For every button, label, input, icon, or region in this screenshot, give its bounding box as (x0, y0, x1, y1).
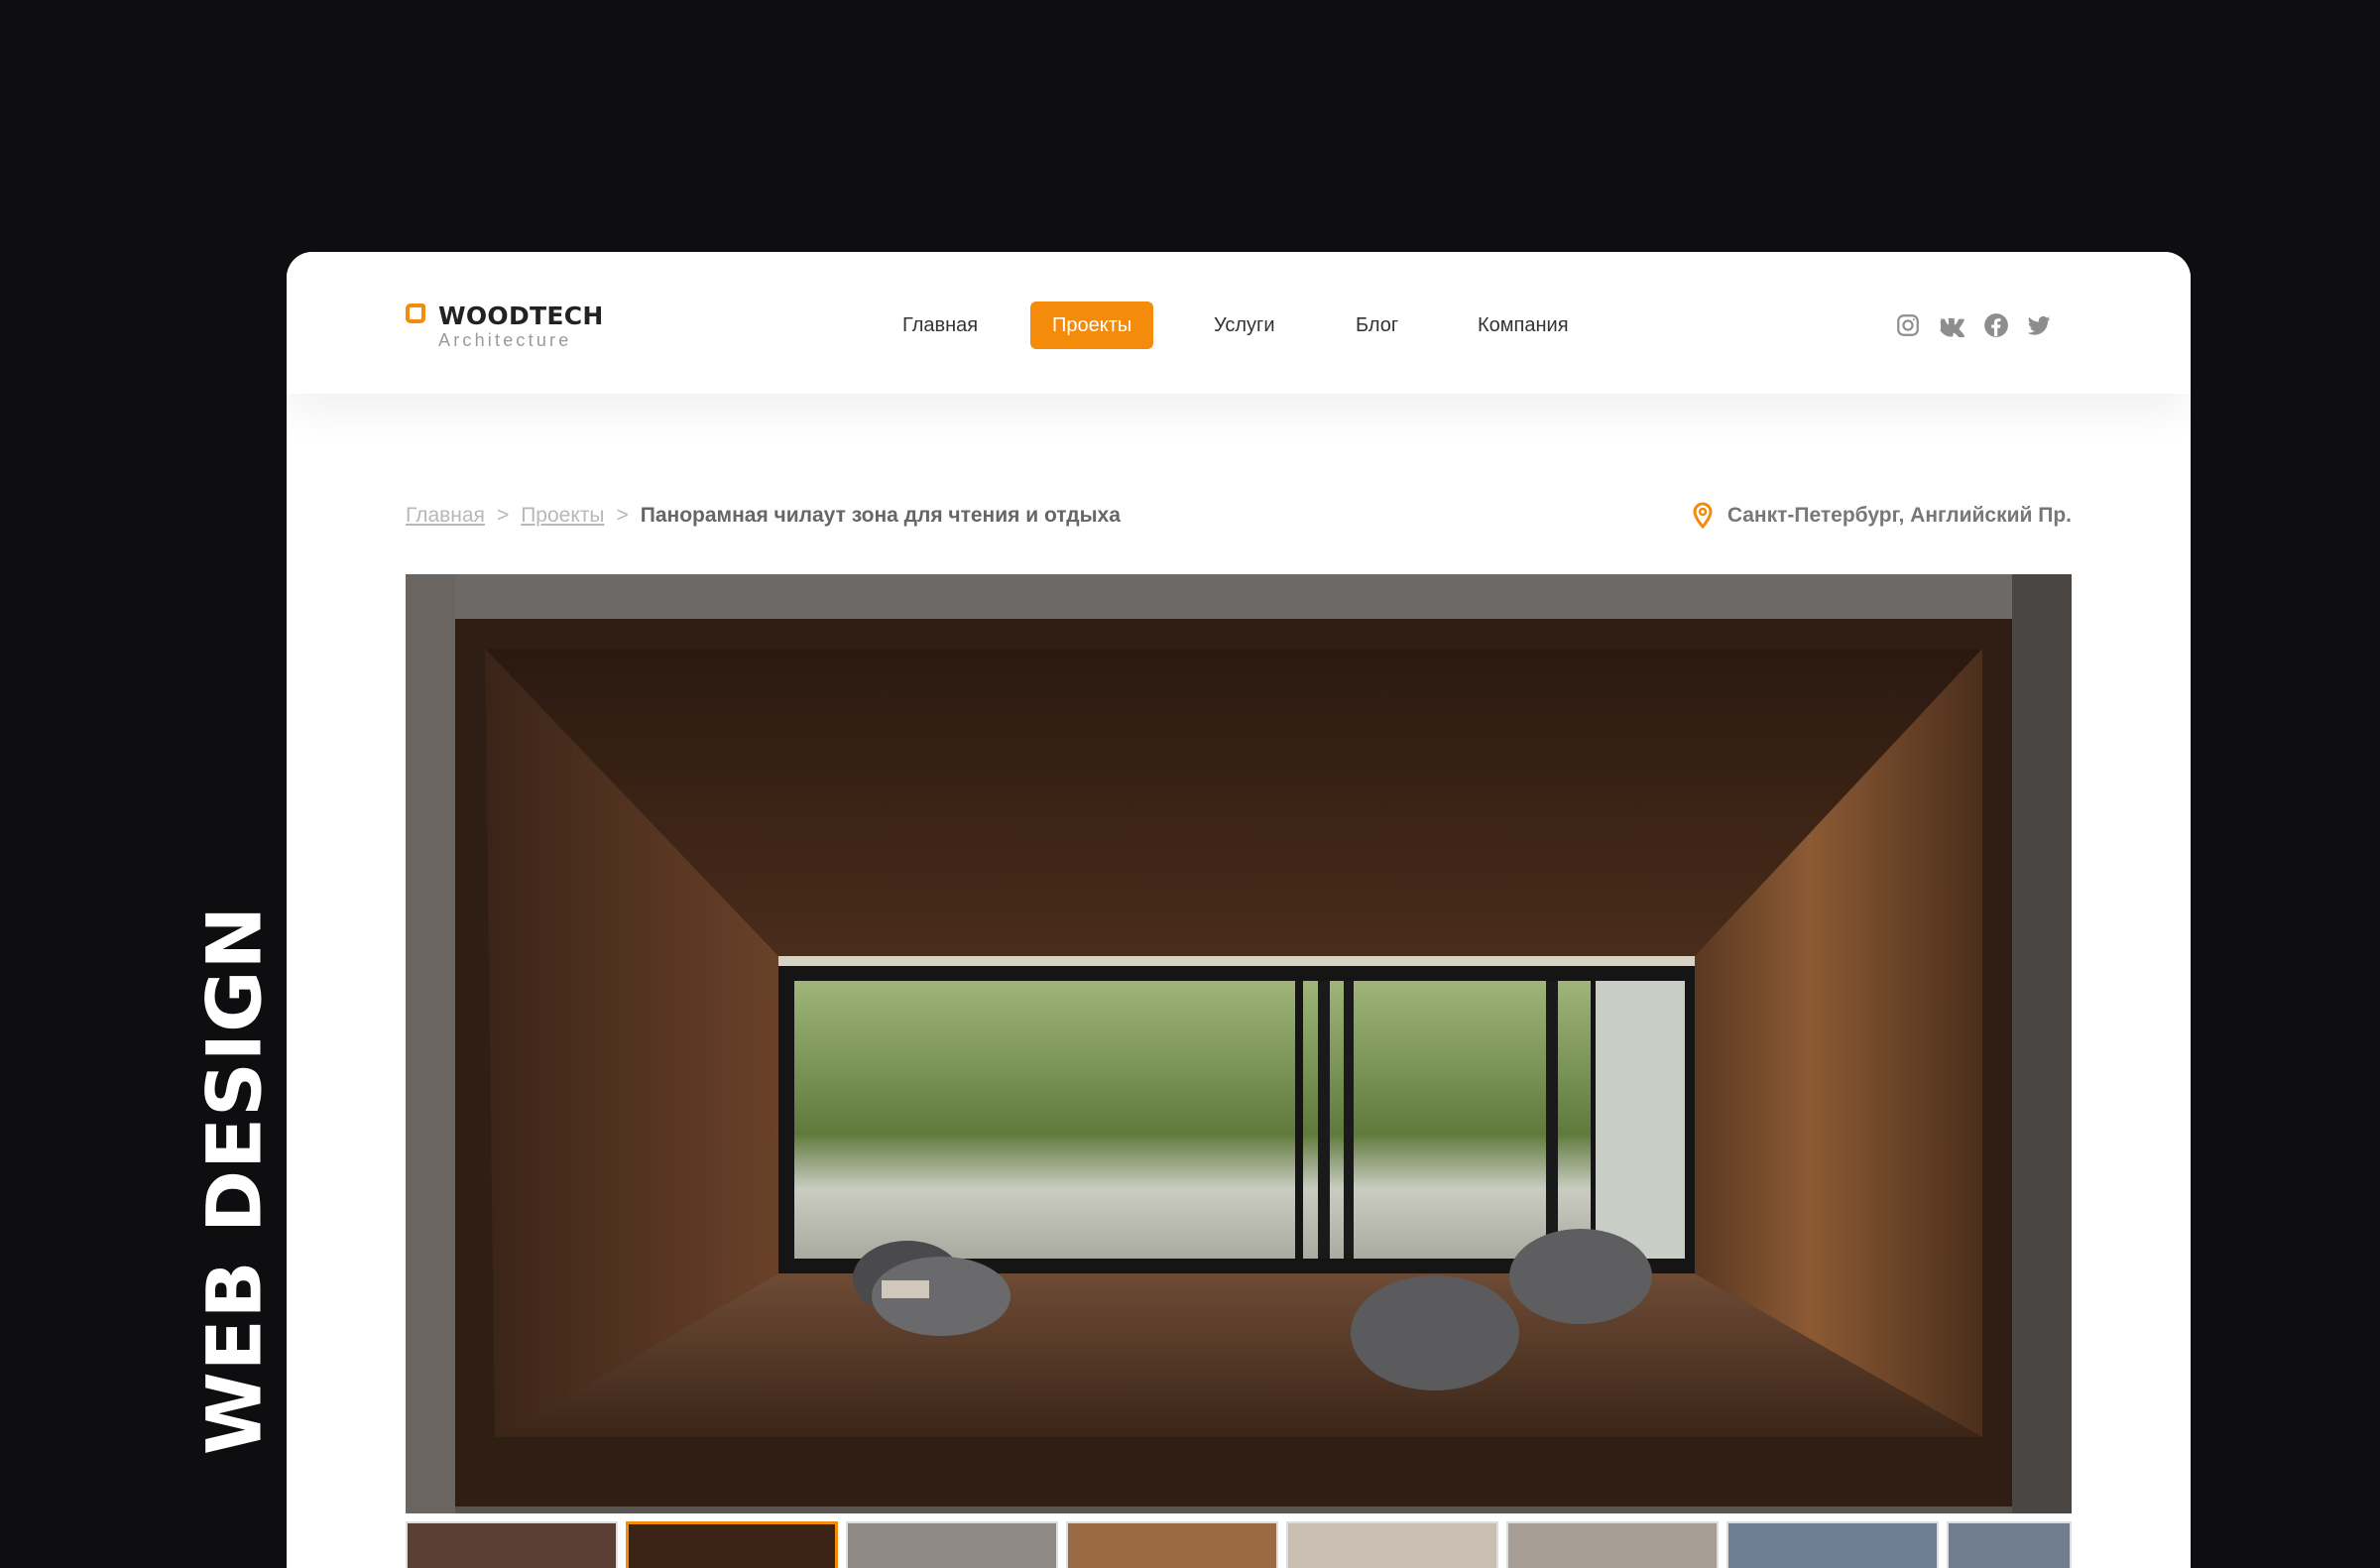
project-location: Санкт-Петербург, Английский Пр. (1692, 502, 2072, 532)
side-label-web-design: WEB DESIGN (189, 905, 279, 1456)
location-text: Санкт-Петербург, Английский Пр. (1726, 504, 2072, 527)
gallery-thumbnail[interactable] (406, 1521, 618, 1568)
breadcrumb-projects-link[interactable]: Проекты (521, 504, 604, 528)
breadcrumb: Главная > Проекты > Панорамная чилаут зона д… (406, 504, 1121, 534)
gallery-thumbnail[interactable] (1947, 1521, 2072, 1568)
nav-item-projects[interactable]: Проекты (1030, 302, 1154, 349)
nav-item-services[interactable]: Услуги (1214, 302, 1275, 349)
gallery-thumbnail[interactable] (1506, 1521, 1719, 1568)
gallery-thumbnail-active[interactable] (626, 1521, 838, 1568)
breadcrumb-current: Панорамная чилаут зона для чтения и отды… (640, 504, 1121, 528)
project-hero-image[interactable] (406, 574, 2072, 1513)
gallery-thumbnail[interactable] (1286, 1521, 1498, 1568)
instagram-icon[interactable] (1893, 310, 1923, 340)
nav-item-blog[interactable]: Блог (1356, 302, 1398, 349)
nav-item-company[interactable]: Компания (1478, 302, 1569, 349)
map-pin-icon (1693, 502, 1713, 530)
wooden-room-photo (406, 574, 2072, 1513)
facebook-icon[interactable] (1981, 310, 2011, 340)
gallery-thumbnail[interactable] (846, 1521, 1058, 1568)
gallery-thumbnail[interactable] (1066, 1521, 1278, 1568)
vk-icon[interactable] (1937, 310, 1966, 340)
gallery-thumbnails (406, 1521, 2072, 1568)
breadcrumb-home-link[interactable]: Главная (406, 504, 485, 528)
browser-window: WOODTECH Architecture Главная Проекты Ус… (287, 252, 2191, 1568)
site-header: WOODTECH Architecture Главная Проекты Ус… (287, 252, 2191, 394)
twitter-icon[interactable] (2024, 310, 2054, 340)
gallery-thumbnail[interactable] (1726, 1521, 1939, 1568)
breadcrumb-separator: > (616, 504, 629, 528)
breadcrumb-separator: > (496, 504, 510, 528)
nav-item-home[interactable]: Главная (902, 302, 978, 349)
